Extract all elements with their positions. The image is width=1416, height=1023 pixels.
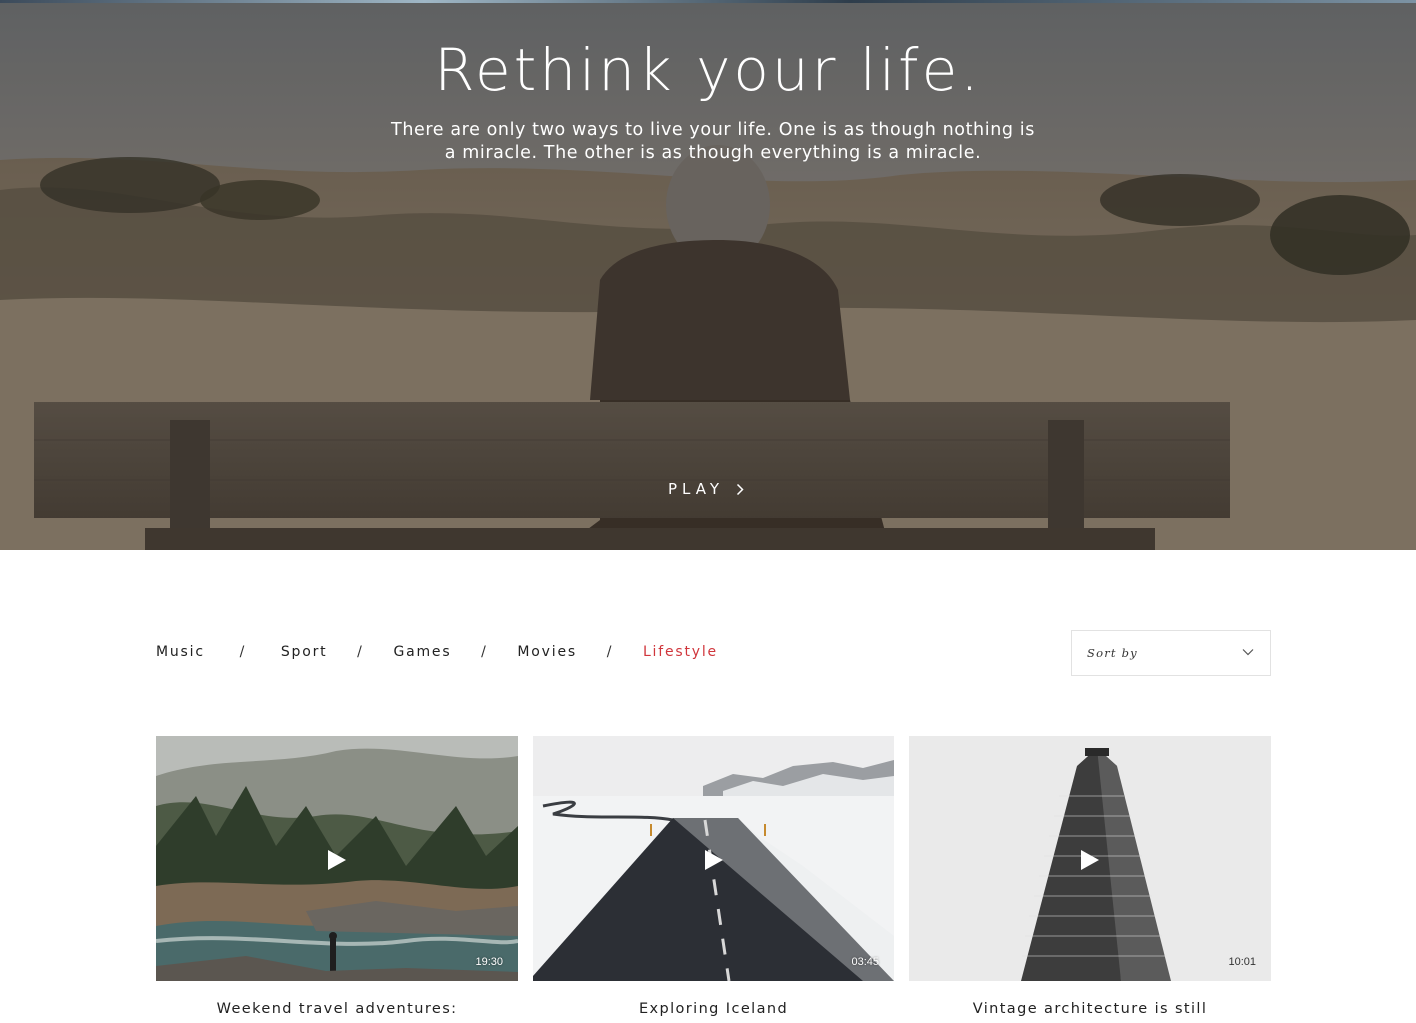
hero-play-label: PLAY	[668, 480, 725, 498]
hero-subtitle: There are only two ways to live your lif…	[391, 120, 1035, 163]
filter-separator: /	[481, 644, 488, 660]
video-thumbnail[interactable]: 10:01	[909, 736, 1271, 981]
filter-music[interactable]: Music	[156, 644, 205, 660]
video-title[interactable]: Weekend travel adventures:	[156, 1001, 518, 1017]
video-duration: 03:45	[851, 956, 879, 968]
category-filter: Music / Sport / Games / Movies / Lifesty…	[156, 640, 718, 664]
sort-label: Sort by	[1087, 646, 1138, 660]
filter-lifestyle[interactable]: Lifestyle	[643, 644, 718, 660]
play-icon	[328, 850, 346, 870]
sort-dropdown[interactable]: Sort by	[1071, 630, 1271, 676]
filter-separator: /	[239, 644, 247, 660]
video-duration: 10:01	[1228, 956, 1256, 968]
filter-games[interactable]: Games	[393, 644, 451, 660]
play-icon	[704, 850, 723, 870]
hero-title: Rethink your life.	[434, 36, 982, 104]
chevron-right-icon	[736, 483, 744, 495]
video-card: 19:30 Weekend travel adventures:	[156, 736, 518, 1017]
video-title[interactable]: Exploring Iceland	[533, 1001, 894, 1017]
video-card: 10:01 Vintage architecture is still	[909, 736, 1271, 1017]
hero-banner: Rethink your life. There are only two wa…	[0, 0, 1416, 550]
filter-separator: /	[606, 644, 614, 660]
video-thumbnail[interactable]: 03:45	[533, 736, 894, 981]
hero-play-button[interactable]: PLAY	[660, 476, 752, 502]
filter-movies[interactable]: Movies	[517, 644, 577, 660]
filter-sport[interactable]: Sport	[281, 644, 328, 660]
play-icon	[1081, 850, 1099, 870]
filter-separator: /	[357, 644, 364, 660]
hero-top-strip	[0, 0, 1416, 3]
video-title[interactable]: Vintage architecture is still	[909, 1001, 1271, 1017]
video-card: 03:45 Exploring Iceland	[533, 736, 894, 1017]
video-duration: 19:30	[475, 956, 503, 968]
video-thumbnail[interactable]: 19:30	[156, 736, 518, 981]
chevron-down-icon	[1242, 649, 1254, 656]
